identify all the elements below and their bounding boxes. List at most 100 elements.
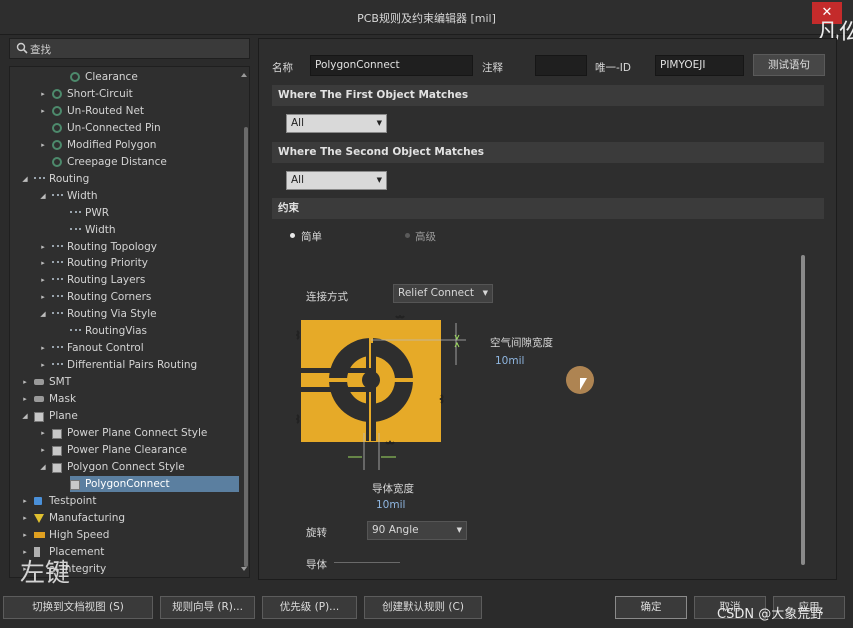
tree-expander-icon[interactable]: ▸ [38, 289, 48, 305]
constraints-header: 约束 [272, 198, 824, 219]
route-icon [52, 363, 63, 369]
tree-item[interactable]: ▸ SMT [10, 374, 239, 390]
tree-item-label: PolygonConnect [85, 477, 170, 490]
second-match-header: Where The Second Object Matches [272, 142, 824, 163]
tree-expander-icon[interactable]: ▸ [38, 425, 48, 441]
conductor-width-value[interactable]: 10mil [376, 499, 405, 511]
test-query-button[interactable]: 测试语句 [753, 54, 825, 76]
tree-expander-icon[interactable]: ▸ [38, 86, 48, 102]
tree-item[interactable]: ▸ Testpoint [10, 493, 239, 509]
connect-style-label: 连接方式 [306, 291, 348, 303]
tree-item[interactable]: ◢ Routing Via Style [10, 306, 239, 322]
second-match-value: All [291, 174, 305, 186]
tree-item-label: Power Plane Connect Style [67, 426, 208, 439]
tree-item-label: PWR [85, 206, 110, 219]
tree-item[interactable]: Clearance [10, 69, 239, 85]
tree-expander-icon[interactable]: ▸ [20, 374, 30, 390]
tree-expander-icon[interactable]: ▸ [20, 527, 30, 543]
radio-advanced-dot[interactable] [405, 233, 410, 238]
high-icon [34, 531, 45, 538]
tree-expander-icon[interactable]: ◢ [38, 188, 48, 204]
tree-item[interactable]: PolygonConnect [70, 475, 239, 492]
tree-item-label: Mask [49, 393, 77, 406]
search-icon [16, 42, 28, 54]
tree-item[interactable]: ▸ Manufacturing [10, 510, 239, 526]
smt-icon [34, 396, 44, 403]
tree-expander-icon[interactable]: ◢ [38, 306, 48, 322]
tree-expander-icon[interactable]: ▸ [38, 239, 48, 255]
tree-item[interactable]: ▸ Power Plane Clearance [10, 442, 239, 458]
ok-button[interactable]: 确定 [615, 596, 687, 619]
tree-item[interactable]: Un-Connected Pin [10, 120, 239, 136]
rotation-select[interactable]: 90 Angle ▼ [367, 521, 467, 540]
tree-item[interactable]: ◢ Plane [10, 408, 239, 424]
air-gap-value[interactable]: 10mil [495, 355, 524, 367]
create-default-rules-button[interactable]: 创建默认规则 (C) [364, 596, 482, 619]
tree-item[interactable]: ▸ Modified Polygon [10, 137, 239, 153]
first-match-select[interactable]: All ▼ [286, 114, 387, 133]
constraint-scrollbar[interactable] [801, 255, 805, 565]
route-icon [52, 295, 63, 301]
tree-expander-icon[interactable]: ◢ [38, 459, 48, 475]
tree-item[interactable]: ▸ Routing Layers [10, 272, 239, 288]
tree-item[interactable]: ▸ Routing Corners [10, 289, 239, 305]
rule-icon [52, 105, 62, 116]
tree-expander-icon[interactable]: ◢ [20, 171, 30, 187]
second-match-select[interactable]: All ▼ [286, 171, 387, 190]
tree-expander-icon[interactable]: ◢ [20, 408, 30, 424]
search-input[interactable]: 查找 [9, 38, 250, 59]
tree-item[interactable]: Creepage Distance [10, 154, 239, 170]
chevron-down-icon: ▼ [482, 289, 488, 297]
tree-expander-icon[interactable]: ▸ [20, 493, 30, 509]
tree-item-label: High Speed [49, 528, 110, 541]
tree-expander-icon[interactable]: ▸ [20, 391, 30, 407]
grid-icon [52, 445, 62, 456]
tree-expander-icon[interactable]: ▸ [38, 357, 48, 373]
tree-item[interactable]: ▸ Routing Topology [10, 239, 239, 255]
rule-wizard-button[interactable]: 规则向导 (R)... [160, 596, 255, 619]
search-label: 查找 [30, 44, 51, 56]
watermark-bottom-right: CSDN @大象荒野 [717, 607, 824, 622]
connect-style-select[interactable]: Relief Connect ▼ [393, 284, 493, 303]
tree-item[interactable]: ▸ Differential Pairs Routing [10, 357, 239, 373]
tree-item[interactable]: ◢ Polygon Connect Style [10, 459, 239, 475]
name-field[interactable]: PolygonConnect [310, 55, 473, 76]
tree-expander-icon[interactable]: ▸ [38, 340, 48, 356]
radio-simple-dot[interactable] [290, 233, 295, 238]
watermark-left-bottom: 左键 [20, 558, 71, 587]
tree-item[interactable]: ▸ Short-Circuit [10, 86, 239, 102]
grid-icon [34, 412, 44, 422]
comment-field[interactable] [535, 55, 587, 76]
tree-expander-icon[interactable]: ▸ [38, 103, 48, 119]
tree-expander-icon[interactable]: ▸ [38, 255, 48, 271]
tree-item[interactable]: PWR [10, 205, 239, 221]
switch-document-view-button[interactable]: 切换到文档视图 (S) [3, 596, 153, 619]
tree-item[interactable]: ▸ Fanout Control [10, 340, 239, 356]
tree-expander-icon[interactable]: ▸ [20, 510, 30, 526]
uid-field[interactable]: PIMYOEJI [655, 55, 744, 76]
rule-icon [70, 72, 80, 82]
tree-expander-icon[interactable]: ▸ [38, 137, 48, 153]
route-icon [70, 329, 81, 335]
tree-expander-icon[interactable]: ▸ [38, 442, 48, 458]
tree-item[interactable]: ▸ Routing Priority [10, 255, 239, 271]
tree-item[interactable]: ▸ Un-Routed Net [10, 103, 239, 119]
priority-button[interactable]: 优先级 (P)... [262, 596, 357, 619]
conductor-width-label: 导体宽度 [372, 483, 414, 495]
grid-icon [52, 428, 62, 439]
tree-item[interactable]: ◢ Width [10, 188, 239, 204]
manu-icon [34, 513, 44, 523]
tree-expander-icon[interactable]: ▸ [38, 272, 48, 288]
tree-item[interactable]: ▸ Mask [10, 391, 239, 407]
tree-item[interactable]: Width [10, 222, 239, 238]
tree-item[interactable]: ◢ Routing [10, 171, 239, 187]
tree-item[interactable]: ▸ High Speed [10, 527, 239, 543]
tree-item-label: Routing Corners [67, 291, 152, 304]
tree-item[interactable]: RoutingVias [10, 323, 239, 339]
tree-item[interactable]: ▸ Power Plane Connect Style [10, 425, 239, 441]
chevron-down-icon: ▼ [376, 176, 382, 184]
chevron-down-icon: ▼ [456, 526, 462, 534]
tree-scroll-thumb[interactable] [244, 127, 248, 567]
route-icon [52, 278, 63, 284]
tree-item-label: Fanout Control [67, 342, 144, 355]
